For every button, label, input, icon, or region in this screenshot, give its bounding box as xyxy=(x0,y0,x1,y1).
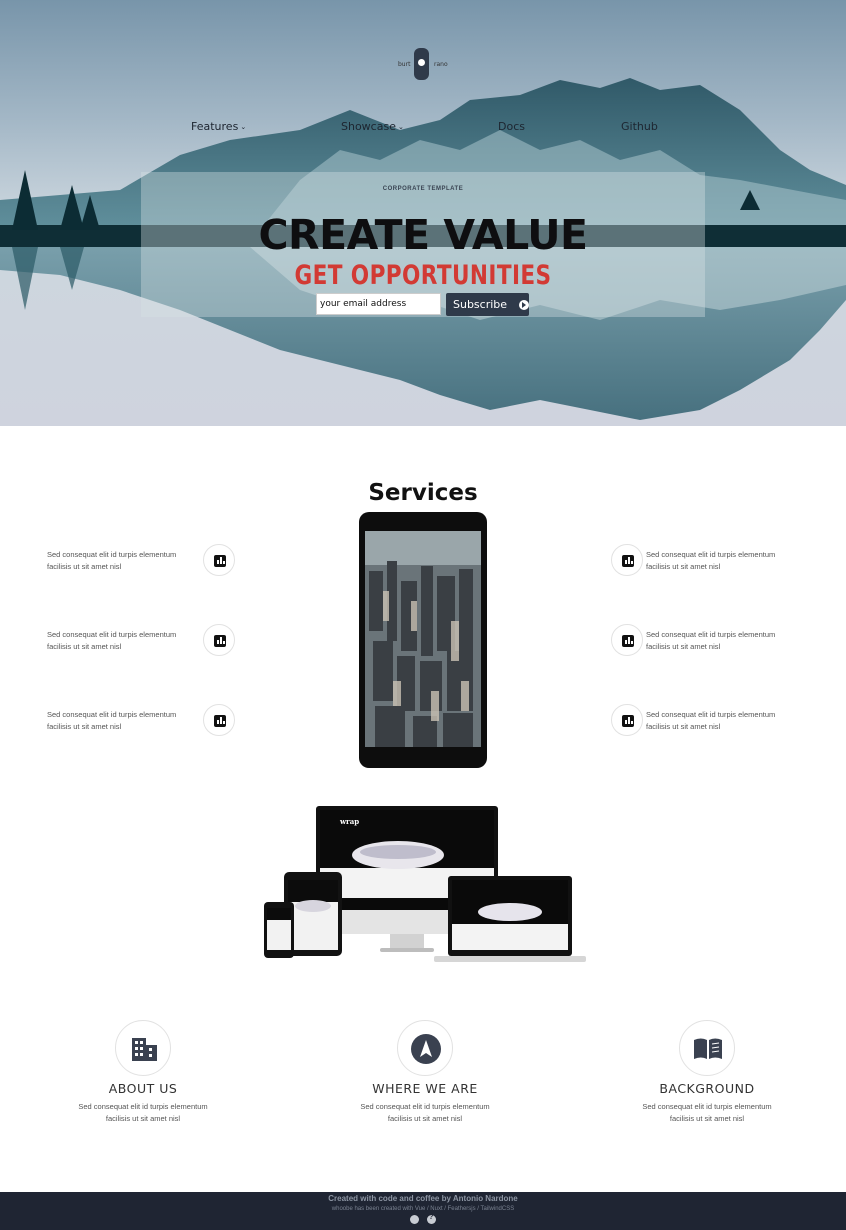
phone-mockup xyxy=(359,512,487,768)
nav-label: Docs xyxy=(498,120,525,133)
devices-brand: wrap xyxy=(339,817,359,826)
chevron-down-icon: ⌄ xyxy=(240,122,247,131)
book-icon xyxy=(679,1020,735,1076)
bar-chart-icon xyxy=(203,624,235,656)
feature-left-2: Sed consequat elit id turpis elementum f… xyxy=(47,624,237,656)
feature-left-3: Sed consequat elit id turpis elementum f… xyxy=(47,704,237,736)
feature-text: Sed consequat elit id turpis elementum f… xyxy=(47,630,177,651)
feature-text: Sed consequat elit id turpis elementum f… xyxy=(646,710,776,731)
bar-chart-icon xyxy=(611,624,643,656)
info-title: WHERE WE ARE xyxy=(372,1081,478,1096)
feature-right-2: Sed consequat elit id turpis elementum f… xyxy=(611,624,801,656)
hero-section: burt rano Features ⌄ Showcase ⌄ Docs Githu… xyxy=(0,0,846,426)
nav-label: Features xyxy=(191,120,239,133)
subscribe-button[interactable]: Subscribe xyxy=(446,293,529,316)
subscribe-label: Subscribe xyxy=(453,298,508,311)
hero-kicker: CORPORATE TEMPLATE xyxy=(382,186,464,192)
bar-chart-icon xyxy=(203,704,235,736)
feature-text: Sed consequat elit id turpis elementum f… xyxy=(646,550,776,571)
toggle-left-label: burt xyxy=(398,61,411,68)
feature-text: Sed consequat elit id turpis elementum f… xyxy=(47,550,177,571)
play-circle-icon xyxy=(519,299,529,310)
bar-chart-icon xyxy=(611,704,643,736)
email-field[interactable] xyxy=(316,293,441,315)
info-title: BACKGROUND xyxy=(659,1081,755,1096)
info-where-we-are: WHERE WE ARE Sed consequat elit id turpi… xyxy=(335,1020,515,1125)
nav-item-showcase[interactable]: Showcase ⌄ xyxy=(341,120,404,133)
bar-chart-icon xyxy=(203,544,235,576)
toggle-knob xyxy=(418,59,425,66)
hero-headline: CREATE VALUE xyxy=(258,211,588,259)
feature-right-1: Sed consequat elit id turpis elementum f… xyxy=(611,544,801,576)
feature-left-1: Sed consequat elit id turpis elementum f… xyxy=(47,544,237,576)
services-title: Services xyxy=(368,480,478,506)
info-about-us: ABOUT US Sed consequat elit id turpis el… xyxy=(53,1020,233,1125)
chevron-down-icon: ⌄ xyxy=(397,122,404,131)
feature-text: Sed consequat elit id turpis elementum f… xyxy=(47,710,177,731)
nav-item-github[interactable]: Github xyxy=(621,120,658,133)
info-background: BACKGROUND Sed consequat elit id turpis … xyxy=(617,1020,797,1125)
help-icon[interactable] xyxy=(427,1214,436,1224)
nav-label: Showcase xyxy=(341,120,396,133)
nav-item-features[interactable]: Features ⌄ xyxy=(191,120,246,133)
building-icon xyxy=(115,1020,171,1076)
page: burt rano Features ⌄ Showcase ⌄ Docs Githu… xyxy=(0,0,846,1230)
footer-credit: Created with code and coffee by Antonio … xyxy=(328,1194,518,1203)
info-title: ABOUT US xyxy=(108,1081,178,1096)
devices-mockup: wrap xyxy=(264,806,586,962)
feature-text: Sed consequat elit id turpis elementum f… xyxy=(646,630,776,651)
navigation-icon xyxy=(397,1020,453,1076)
nav-item-docs[interactable]: Docs xyxy=(498,120,525,133)
hero-subheadline: GET OPPORTUNITIES xyxy=(294,260,552,291)
footer: Created with code and coffee by Antonio … xyxy=(0,1192,846,1230)
info-text: Sed consequat elit id turpis elementum f… xyxy=(642,1102,772,1123)
bar-chart-icon xyxy=(611,544,643,576)
toggle-right-label: rano xyxy=(434,61,448,68)
info-text: Sed consequat elit id turpis elementum f… xyxy=(360,1102,490,1123)
city-photo xyxy=(365,531,481,747)
github-icon[interactable] xyxy=(410,1215,419,1224)
info-text: Sed consequat elit id turpis elementum f… xyxy=(78,1102,208,1123)
theme-toggle[interactable]: burt rano xyxy=(398,48,448,80)
feature-right-3: Sed consequat elit id turpis elementum f… xyxy=(611,704,801,736)
main-nav: Features ⌄ Showcase ⌄ Docs Github xyxy=(0,120,846,134)
nav-label: Github xyxy=(621,120,658,133)
footer-tech: whoobe has been created with Vue / Nuxt … xyxy=(331,1206,515,1212)
